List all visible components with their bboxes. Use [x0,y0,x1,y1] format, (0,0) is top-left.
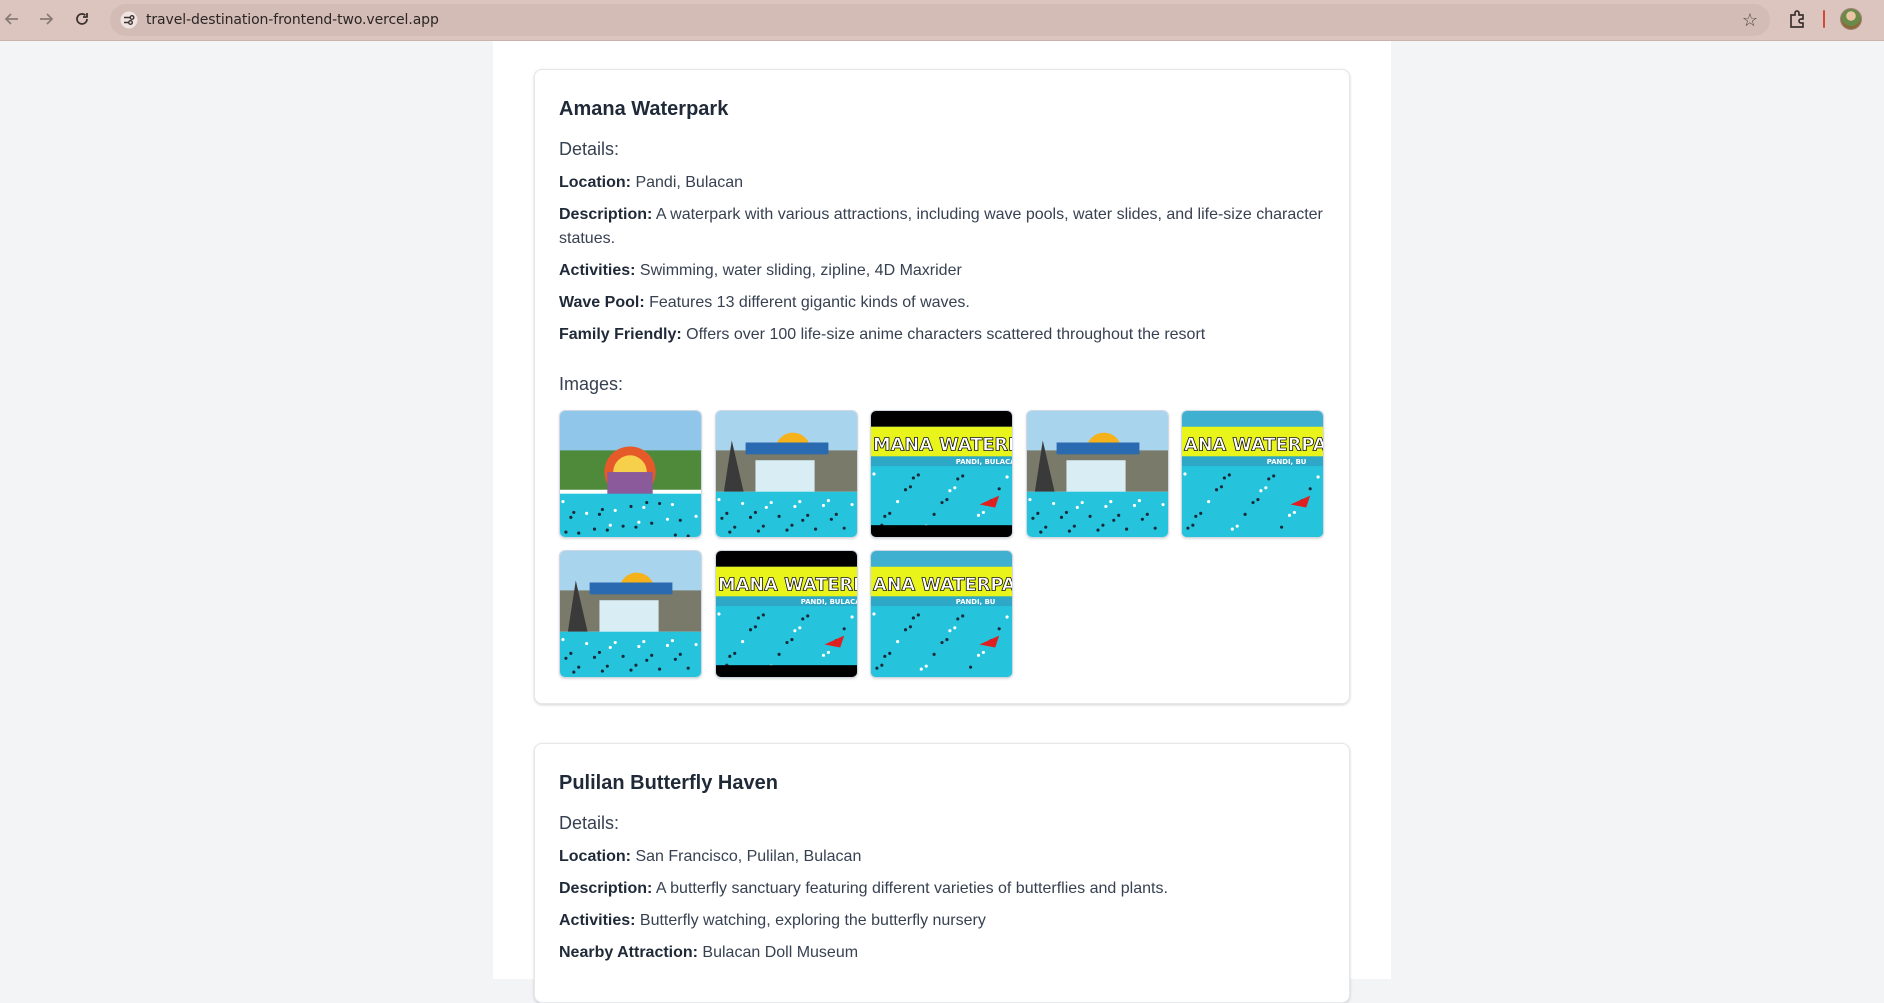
image-caption: ANA WATERPA [1184,435,1323,455]
field-family-friendly: Family Friendly: Offers over 100 life-si… [559,323,1329,347]
browser-toolbar: travel-destination-frontend-two.vercel.a… [0,0,1884,41]
field-label: Nearby Attraction: [559,944,698,961]
extensions-icon[interactable] [1786,7,1810,31]
field-value: Swimming, water sliding, zipline, 4D Max… [635,262,962,279]
gallery-image[interactable]: MANA WATERPAR PANDI, BULACA [714,550,858,678]
gallery-image[interactable] [559,550,702,678]
bookmark-star-icon[interactable]: ☆ [1742,10,1758,31]
image-subcaption: PANDI, BU [1267,458,1307,466]
image-subcaption: PANDI, BULACA [800,598,856,606]
destination-title: Amana Waterpark [559,98,729,120]
profile-avatar[interactable] [1840,8,1862,30]
image-caption: ANA WATERPA [873,575,1012,595]
field-wave-pool: Wave Pool: Features 13 different giganti… [559,291,1329,315]
url-text[interactable]: travel-destination-frontend-two.vercel.a… [146,12,439,28]
field-label: Location: [559,174,631,191]
gallery-image[interactable] [714,410,858,538]
images-heading: Images: [559,374,624,394]
site-settings-icon[interactable] [120,11,138,29]
field-value: Offers over 100 life-size anime characte… [681,326,1206,343]
image-caption: MANA WATERPAR [717,575,856,595]
image-subcaption: PANDI, BU [956,598,996,606]
field-label: Wave Pool: [559,294,645,311]
field-label: Location: [559,848,631,865]
field-label: Activities: [559,262,636,279]
field-value: Bulacan Doll Museum [697,944,859,961]
field-location: Location: Pandi, Bulacan [559,171,1329,195]
field-value: Butterfly watching, exploring the butter… [635,912,986,929]
field-nearby-attraction: Nearby Attraction: Bulacan Doll Museum [559,941,1329,965]
field-activities: Activities: Butterfly watching, explorin… [559,909,1329,933]
gallery-image[interactable]: ANA WATERPA PANDI, BU [870,550,1013,678]
field-label: Description: [559,880,653,897]
image-caption: MANA WATERPAR [873,435,1012,455]
field-label: Family Friendly: [559,326,682,343]
gallery-image[interactable] [559,410,702,538]
address-bar[interactable]: travel-destination-frontend-two.vercel.a… [110,4,1770,36]
gallery-image[interactable]: MANA WATERPAR PANDI, BULACA [870,410,1013,538]
forward-icon[interactable] [34,7,58,31]
image-subcaption: PANDI, BULACA [956,458,1012,466]
back-icon[interactable] [0,7,24,31]
field-label: Activities: [559,912,636,929]
details-heading: Details: [559,139,620,159]
field-label: Description: [559,206,653,223]
field-value: A waterpark with various attractions, in… [559,206,1323,247]
destination-card-pulilan: Pulilan Butterfly Haven Details: Locatio… [534,743,1350,1003]
field-location: Location: San Francisco, Pulilan, Bulaca… [559,845,1329,869]
field-activities: Activities: Swimming, water sliding, zip… [559,259,1329,283]
field-description: Description: A waterpark with various at… [559,203,1329,251]
field-description: Description: A butterfly sanctuary featu… [559,877,1329,901]
toolbar-separator [1823,10,1825,28]
reload-icon[interactable] [70,7,94,31]
destination-title: Pulilan Butterfly Haven [559,772,778,794]
gallery-image[interactable]: ANA WATERPA PANDI, BU [1181,410,1324,538]
field-value: Features 13 different gigantic kinds of … [644,294,970,311]
details-heading: Details: [559,813,620,833]
field-value: A butterfly sanctuary featuring differen… [652,880,1168,897]
page-content: Amana Waterpark Details: Location: Pandi… [493,41,1391,1003]
destination-card-amana: Amana Waterpark Details: Location: Pandi… [534,69,1350,704]
field-value: San Francisco, Pulilan, Bulacan [631,848,862,865]
gallery-image[interactable] [1025,410,1169,538]
field-value: Pandi, Bulacan [631,174,744,191]
